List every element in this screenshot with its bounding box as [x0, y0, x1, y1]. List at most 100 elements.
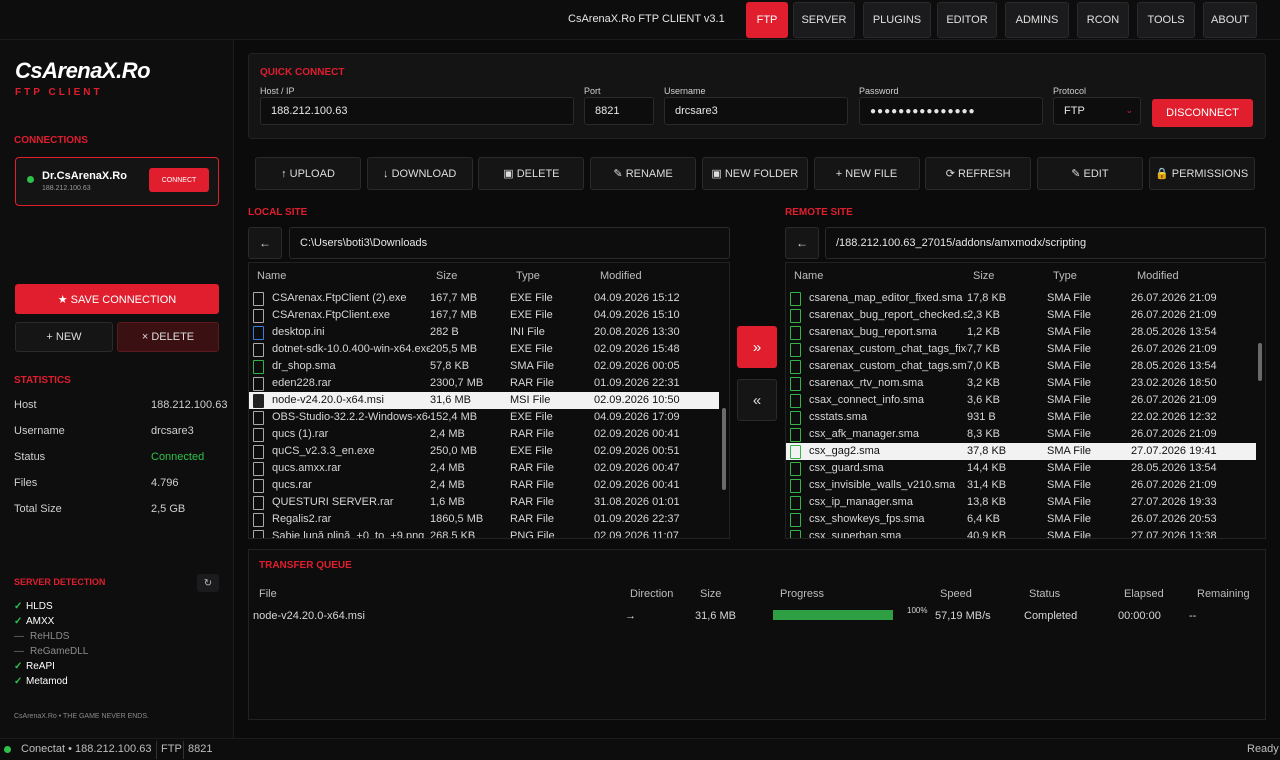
- remote-scrollbar[interactable]: [1258, 343, 1262, 381]
- new-file-button[interactable]: + NEW FILE: [813, 157, 920, 190]
- tab-server[interactable]: SERVER: [793, 2, 855, 38]
- file-name: csarenax_bug_report_checked.sma: [809, 309, 967, 321]
- file-size: 17,8 KB: [967, 292, 1007, 304]
- tab-plugins[interactable]: PLUGINS: [863, 2, 931, 38]
- remote-back-button[interactable]: ←: [785, 227, 819, 259]
- file-size: 282 B: [430, 326, 459, 338]
- col-name[interactable]: Name: [794, 270, 823, 282]
- download-button[interactable]: ↓ DOWNLOAD: [366, 157, 473, 190]
- remote-path-input[interactable]: /188.212.100.63_27015/addons/amxmodx/scr…: [825, 227, 1266, 259]
- remote-file-list[interactable]: Name Size Type Modified csarena_map_edit…: [785, 262, 1266, 539]
- col-size[interactable]: Size: [436, 270, 457, 282]
- tab-editor[interactable]: EDITOR: [937, 2, 997, 38]
- col-type[interactable]: Type: [516, 270, 540, 282]
- col-type[interactable]: Type: [1053, 270, 1077, 282]
- file-row[interactable]: csx_superban.sma 40,9 KB SMA File 27.07.202…: [786, 528, 1256, 539]
- file-modified: 02.09.2026 00:51: [594, 445, 680, 457]
- stat-label: Total Size: [14, 503, 62, 515]
- file-row[interactable]: csx_invisible_walls_v210.sma 31,4 KB SMA F…: [786, 477, 1256, 494]
- new-folder-button[interactable]: ▣ NEW FOLDER: [701, 157, 808, 190]
- delete-button[interactable]: ▣ DELETE: [478, 157, 585, 190]
- col-modified[interactable]: Modified: [600, 270, 642, 282]
- file-row[interactable]: csarenax_rtv_nom.sma 3,2 KB SMA File 23.02.…: [786, 375, 1256, 392]
- file-row[interactable]: csarena_map_editor_fixed.sma 17,8 KB SMA F…: [786, 290, 1256, 307]
- tab-rcon[interactable]: RCON: [1077, 2, 1129, 38]
- tab-admins[interactable]: ADMINS: [1005, 2, 1069, 38]
- host-input[interactable]: 188.212.100.63: [260, 97, 574, 125]
- remote-site-title: REMOTE SITE: [785, 207, 853, 218]
- file-row[interactable]: csarenax_bug_report_checked.sma 2,3 KB SMA…: [786, 307, 1256, 324]
- statistics-title: STATISTICS: [14, 375, 71, 386]
- file-name: csx_superban.sma: [809, 530, 902, 539]
- tab-about[interactable]: ABOUT: [1203, 2, 1257, 38]
- local-path-input[interactable]: C:\Users\boti3\Downloads: [289, 227, 730, 259]
- col-modified[interactable]: Modified: [1137, 270, 1179, 282]
- file-row[interactable]: OBS-Studio-32.2.2-Windows-x64 152,4 MB EXE…: [249, 409, 719, 426]
- refresh-button[interactable]: ⟳ REFRESH: [925, 157, 1032, 190]
- delete-connection-button[interactable]: × DELETE: [117, 322, 219, 352]
- file-row[interactable]: Regalis2.rar 1860,5 MB RAR File 01.09.2026 …: [249, 511, 719, 528]
- file-row[interactable]: csstats.sma 931 B SMA File 22.02.2026 12:32: [786, 409, 1256, 426]
- username-input[interactable]: drcsare3: [664, 97, 848, 125]
- file-row[interactable]: Sabie lună plină_+0_to_+9.png 268,5 KB PNG…: [249, 528, 719, 538]
- local-scrollbar[interactable]: [722, 408, 726, 490]
- tab-ftp[interactable]: FTP: [746, 2, 788, 38]
- file-modified: 02.09.2026 10:50: [594, 394, 680, 406]
- file-row[interactable]: eden228.rar 2300,7 MB RAR File 01.09.2026 2…: [249, 375, 719, 392]
- file-row[interactable]: csarenax_bug_report.sma 1,2 KB SMA File 28.…: [786, 324, 1256, 341]
- file-size: 8,3 KB: [967, 428, 1001, 440]
- file-type: RAR File: [510, 377, 555, 389]
- tab-tools[interactable]: TOOLS: [1137, 2, 1195, 38]
- upload-transfer-button[interactable]: »: [737, 326, 777, 368]
- disconnect-button[interactable]: DISCONNECT: [1152, 99, 1253, 127]
- new-connection-button[interactable]: + NEW: [15, 322, 113, 352]
- file-row[interactable]: dotnet-sdk-10.0.400-win-x64.exe 205,5 MB E…: [249, 341, 719, 358]
- file-row[interactable]: csax_connect_info.sma 3,6 KB SMA File 26.07…: [786, 392, 1256, 409]
- detection-label: ReHLDS: [30, 631, 70, 642]
- stat-row: Username drcsare3: [14, 425, 220, 439]
- col-name[interactable]: Name: [257, 270, 286, 282]
- download-transfer-button[interactable]: «: [737, 379, 777, 421]
- col-size[interactable]: Size: [973, 270, 994, 282]
- file-name: qucs.rar: [272, 479, 312, 491]
- permissions-button[interactable]: 🔒 PERMISSIONS: [1148, 157, 1255, 190]
- upload-button[interactable]: ↑ UPLOAD: [255, 157, 361, 190]
- file-type: SMA File: [1047, 326, 1092, 338]
- file-row[interactable]: qucs.rar 2,4 MB RAR File 02.09.2026 00:41: [249, 477, 719, 494]
- file-row[interactable]: csx_guard.sma 14,4 KB SMA File 28.05.2026 1…: [786, 460, 1256, 477]
- status-protocol: FTP: [161, 743, 182, 755]
- file-row[interactable]: dr_shop.sma 57,8 KB SMA File 02.09.2026 00:…: [249, 358, 719, 375]
- file-row[interactable]: desktop.ini 282 B INI File 20.08.2026 13:30: [249, 324, 719, 341]
- port-input[interactable]: 8821: [584, 97, 654, 125]
- file-row[interactable]: node-v24.20.0-x64.msi 31,6 MB MSI File 02.0…: [249, 392, 719, 409]
- file-icon: [790, 394, 801, 408]
- file-row[interactable]: csx_afk_manager.sma 8,3 KB SMA File 26.07.2…: [786, 426, 1256, 443]
- file-row[interactable]: csarenax_custom_chat_tags.sma 7,0 KB SMA F…: [786, 358, 1256, 375]
- connection-name: Dr.CsArenaX.Ro: [42, 170, 127, 182]
- file-type: SMA File: [1047, 411, 1092, 423]
- file-row[interactable]: qucs.amxx.rar 2,4 MB RAR File 02.09.2026 00…: [249, 460, 719, 477]
- file-row[interactable]: quCS_v2.3.3_en.exe 250,0 MB EXE File 02.09.…: [249, 443, 719, 460]
- file-row[interactable]: csx_gag2.sma 37,8 KB SMA File 27.07.2026 19…: [786, 443, 1256, 460]
- local-file-list[interactable]: Name Size Type Modified CSArenax.FtpClie…: [248, 262, 730, 539]
- file-row[interactable]: CSArenax.FtpClient (2).exe 167,7 MB EXE Fi…: [249, 290, 719, 307]
- file-row[interactable]: QUESTURI SERVER.rar 1,6 MB RAR File 31.08.2…: [249, 494, 719, 511]
- check-icon: ✓: [14, 616, 23, 627]
- file-name: qucs (1).rar: [272, 428, 329, 440]
- rename-button[interactable]: ✎ RENAME: [590, 157, 697, 190]
- protocol-select[interactable]: FTP ⌄: [1053, 97, 1141, 125]
- password-input[interactable]: ●●●●●●●●●●●●●●●: [859, 97, 1043, 125]
- connection-card[interactable]: Dr.CsArenaX.Ro 188.212.100.63 CONNECT: [15, 157, 219, 206]
- connect-button[interactable]: CONNECT: [149, 168, 209, 192]
- stat-value: Connected: [151, 451, 205, 463]
- refresh-detection-button[interactable]: ↻: [197, 574, 219, 592]
- save-connection-button[interactable]: ★ SAVE CONNECTION: [15, 284, 219, 314]
- file-row[interactable]: csarenax_custom_chat_tags_fixed.sma7,7 K…: [786, 341, 1256, 358]
- file-row[interactable]: csx_showkeys_fps.sma 6,4 KB SMA File 26.07.…: [786, 511, 1256, 528]
- local-back-button[interactable]: ←: [248, 227, 282, 259]
- file-row[interactable]: qucs (1).rar 2,4 MB RAR File 02.09.2026 00:…: [249, 426, 719, 443]
- edit-button[interactable]: ✎ EDIT: [1036, 157, 1143, 190]
- file-row[interactable]: csx_ip_manager.sma 13,8 KB SMA File 27.07.2…: [786, 494, 1256, 511]
- file-row[interactable]: CSArenax.FtpClient.exe 167,7 MB EXE File 04…: [249, 307, 719, 324]
- dash-icon: —: [14, 631, 24, 642]
